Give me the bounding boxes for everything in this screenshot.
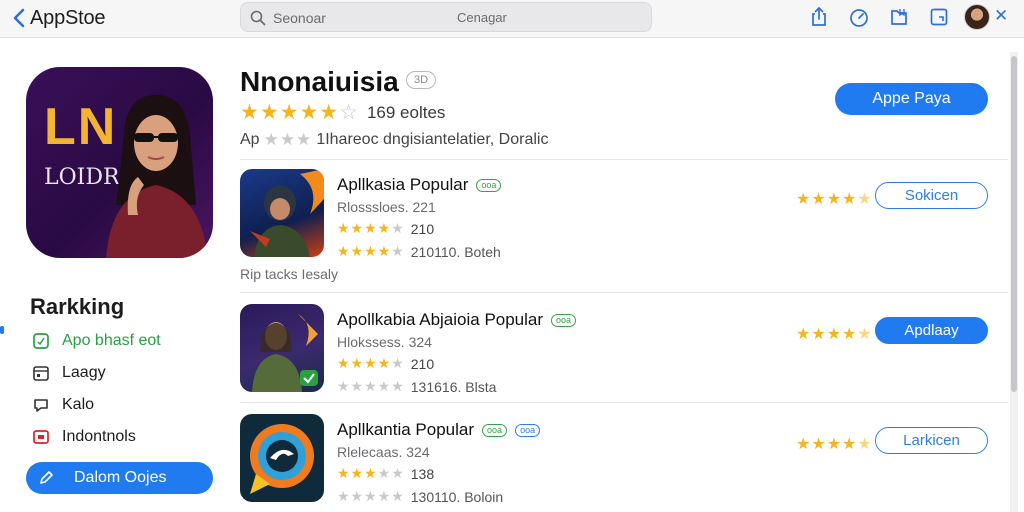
stars-icon: ★★★★★ (337, 378, 405, 394)
close-icon[interactable]: ✕ (994, 6, 1008, 26)
back-button[interactable]: AppStoe (12, 5, 106, 31)
app-action-button[interactable]: Larkicen (875, 427, 988, 454)
sidebar-action-button[interactable]: Dalom Oojes (26, 462, 213, 494)
chat-bubble-app-icon (240, 414, 324, 502)
app-line-2: ★★★★★ 138 (337, 465, 434, 482)
video-icon (33, 430, 49, 444)
warrior-app-icon (240, 169, 324, 257)
header-category-line: Ap ★★★ 1Ihareoc dngisiantelatier, Dorali… (240, 130, 548, 150)
featured-app-icon[interactable]: LN LOIDRO (26, 67, 213, 258)
rating-stars-icon: ★★★★★☆ (240, 101, 359, 124)
app-line-2-text: 138 (410, 465, 435, 482)
app-subtitle: Hlokssess. 324 (337, 334, 432, 350)
rating-count: 169 eoltes (366, 102, 446, 122)
app-name-text: Apllkantia Popular (337, 420, 475, 439)
sidebar-item-label: Kalo (62, 396, 95, 413)
right-stars-icon: ★★★★★ (796, 191, 873, 208)
app-badge: ooa (476, 178, 502, 192)
age-badge: 3D (406, 71, 436, 89)
sidebar-item-label: Indontnols (62, 428, 136, 445)
stars-icon: ★★★★★ (337, 465, 405, 481)
category-text: 1Ihareoc dngisiantelatier, Doralic (316, 131, 549, 148)
app-row[interactable]: Apllkasia Popular ooa Rlosssloes. 221 ★★… (240, 169, 1008, 279)
ranking-section-title: Rarkking (30, 294, 125, 319)
scrollbar-thumb[interactable] (1011, 56, 1017, 392)
back-label: AppStoe (30, 6, 106, 29)
device-icon (33, 333, 49, 349)
app-name-text: Apollkabia Abjaioia Popular (337, 310, 544, 329)
app-badge: ooa (482, 423, 508, 437)
right-stars-icon: ★★★★★ (796, 326, 873, 343)
app-line-3-text: 131616. Blsta (410, 378, 497, 395)
app-badge: ooa (515, 423, 541, 437)
sidebar-item-app-best[interactable]: Apo bhasf eot (32, 330, 161, 352)
header-rating: ★★★★★☆ 169 eoltes (240, 100, 445, 125)
app-action-button[interactable]: Sokicen (875, 182, 988, 209)
sidebar-action-label: Dalom Oojes (74, 469, 167, 486)
app-title: Nnonaiuisia (240, 66, 399, 97)
app-name: Apollkabia Abjaioia Popular ooa (337, 310, 577, 330)
category-stars-icon: ★★★ (263, 130, 313, 149)
sidebar-item-kalo[interactable]: Kalo (32, 394, 94, 416)
fantasy-app-icon (240, 304, 324, 392)
main-content: Nnonaiuisia 3D ★★★★★☆ 169 eoltes Ap ★★★ … (232, 38, 1008, 512)
divider (240, 292, 1008, 293)
app-action-button[interactable]: Apdlaay (875, 317, 988, 344)
sidebar-indicator-dot (0, 326, 4, 334)
sidebar: LN LOIDRO Rarkking Apo bhasf eot Laagy K… (0, 38, 232, 512)
app-line-2: ★★★★★ 210 (337, 220, 434, 237)
sidebar-item-label: Laagy (62, 364, 106, 381)
speed-icon[interactable] (848, 6, 870, 28)
sidebar-item-label: Apo bhasf eot (62, 332, 161, 349)
app-name: Apllkantia Popular ooa ooa (337, 420, 541, 440)
section-caption: Rip tacks Iesaly (240, 266, 339, 282)
share-icon[interactable] (808, 6, 830, 28)
search-center-text: Cenagar (457, 10, 507, 25)
app-name: Apllkasia Popular ooa (337, 175, 502, 195)
profile-avatar[interactable] (964, 4, 990, 30)
app-line-3: ★★★★★ 210110. Boteh (337, 243, 501, 260)
app-line-2-text: 210 (410, 220, 435, 237)
search-bar[interactable]: Cenagar (240, 2, 652, 32)
chat-icon (34, 399, 48, 412)
top-bar: AppStoe Cenagar ✕ (0, 0, 1024, 38)
right-stars-icon: ★★★★★ (796, 436, 873, 453)
chevron-left-icon (13, 8, 25, 28)
divider (240, 159, 1008, 160)
stars-icon: ★★★★★ (337, 243, 405, 259)
sidebar-item-indontnols[interactable]: Indontnols (32, 426, 136, 448)
stars-icon: ★★★★★ (337, 220, 405, 236)
divider (240, 402, 1008, 403)
search-icon (250, 10, 266, 26)
category-prefix: Ap (240, 131, 260, 148)
stars-icon: ★★★★★ (337, 488, 405, 504)
app-line-3: ★★★★★ 130110. Boloin (337, 488, 503, 505)
app-row[interactable]: Apollkabia Abjaioia Popular ooa Hloksses… (240, 304, 1008, 414)
primary-get-button[interactable]: Appe Paya (835, 83, 988, 115)
app-line-2-text: 210 (410, 355, 435, 372)
bookmark-icon[interactable] (888, 6, 910, 28)
app-badge: ooa (551, 313, 577, 327)
person-illustration (106, 95, 208, 258)
app-line-2: ★★★★★ 210 (337, 355, 434, 372)
app-line-3-text: 130110. Boloin (410, 488, 504, 505)
calendar-icon (33, 366, 49, 381)
stars-icon: ★★★★★ (337, 355, 405, 371)
search-input[interactable] (273, 8, 453, 28)
sidebar-item-laagy[interactable]: Laagy (32, 362, 106, 384)
pencil-icon (40, 471, 53, 484)
app-subtitle: Rlosssloes. 221 (337, 199, 436, 215)
app-line-3-text: 210110. Boteh (410, 243, 501, 260)
app-subtitle: Rlelecaas. 324 (337, 444, 430, 460)
app-row[interactable]: Apllkantia Popular ooa ooa Rlelecaas. 32… (240, 414, 1008, 512)
app-line-3: ★★★★★ 131616. Blsta (337, 378, 496, 395)
app-name-text: Apllkasia Popular (337, 175, 469, 194)
window-icon[interactable] (928, 6, 950, 28)
